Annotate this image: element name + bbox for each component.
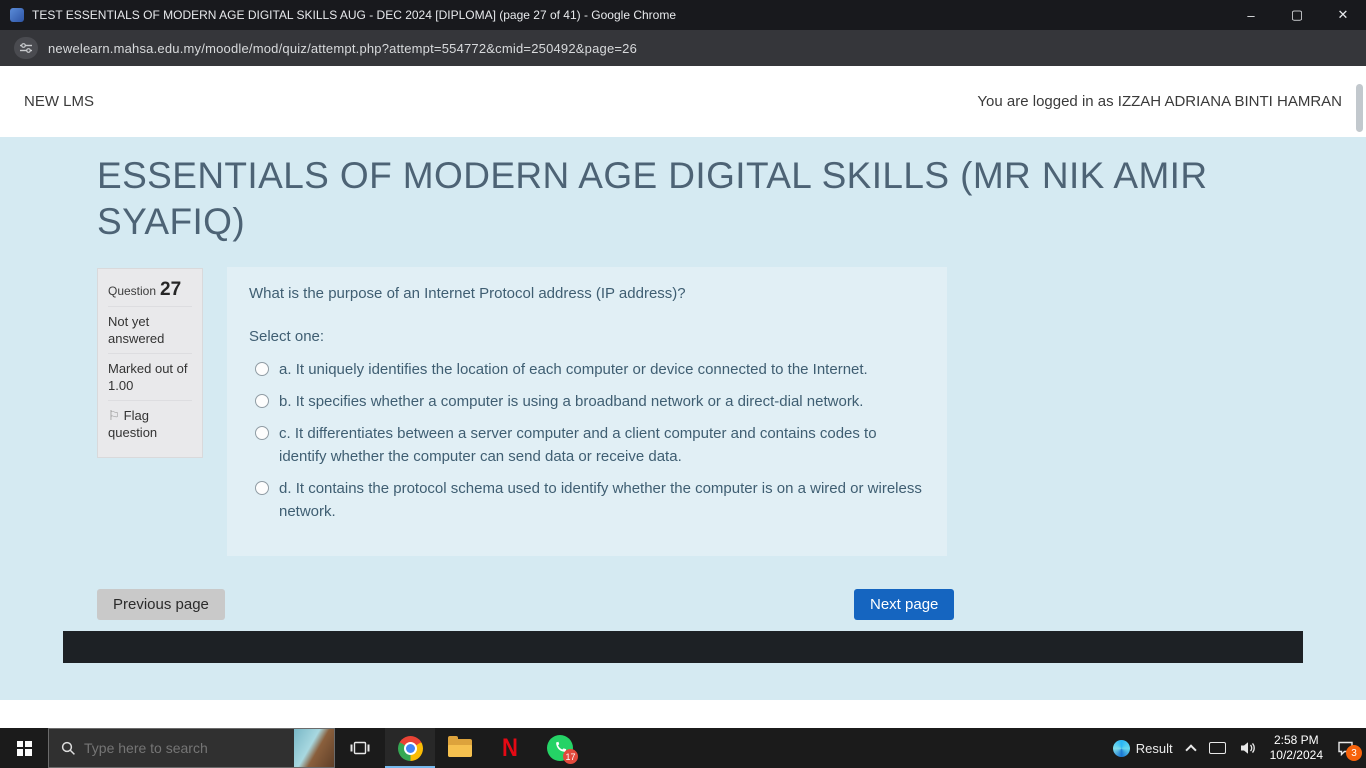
option-c-radio[interactable] <box>255 426 269 440</box>
task-view-button[interactable] <box>335 728 385 768</box>
clock-time: 2:58 PM <box>1273 733 1319 747</box>
question-status: Not yet answered <box>108 306 192 353</box>
browser-titlebar: TEST ESSENTIALS OF MODERN AGE DIGITAL SK… <box>0 0 1366 30</box>
answer-option-d[interactable]: d. It contains the protocol schema used … <box>249 477 925 523</box>
windows-logo-icon <box>16 740 32 756</box>
system-tray: Result 2:58 PM 10/2/2024 3 <box>1112 733 1366 763</box>
address-url[interactable]: newelearn.mahsa.edu.my/moodle/mod/quiz/a… <box>48 41 637 56</box>
taskbar-chrome-button[interactable] <box>385 728 435 768</box>
scrollbar-thumb[interactable] <box>1356 84 1363 132</box>
answer-option-a[interactable]: a. It uniquely identifies the location o… <box>249 358 925 381</box>
answer-option-b[interactable]: b. It specifies whether a computer is us… <box>249 390 925 413</box>
task-view-icon <box>350 741 370 755</box>
site-header: NEW LMS You are logged in as IZZAH ADRIA… <box>0 66 1366 137</box>
option-b-label[interactable]: b. It specifies whether a computer is us… <box>279 390 863 413</box>
quiz-page: ESSENTIALS OF MODERN AGE DIGITAL SKILLS … <box>0 137 1366 728</box>
question-label: Question <box>108 284 157 298</box>
answer-options: a. It uniquely identifies the location o… <box>249 358 925 523</box>
whatsapp-badge: 17 <box>563 749 578 764</box>
folder-icon <box>448 736 472 757</box>
result-app-icon <box>1112 739 1130 757</box>
tune-icon <box>20 43 32 53</box>
taskbar-whatsapp-button[interactable]: 17 <box>535 728 585 768</box>
option-a-label[interactable]: a. It uniquely identifies the location o… <box>279 358 868 381</box>
course-title: ESSENTIALS OF MODERN AGE DIGITAL SKILLS … <box>97 155 1208 243</box>
action-center-button[interactable]: 3 <box>1337 740 1362 761</box>
answer-option-c[interactable]: c. It differentiates between a server co… <box>249 422 925 468</box>
netflix-icon: N <box>502 733 518 762</box>
taskbar-file-explorer-button[interactable] <box>435 728 485 768</box>
footer-bar <box>63 631 1303 663</box>
window-title: TEST ESSENTIALS OF MODERN AGE DIGITAL SK… <box>32 8 677 22</box>
touch-keyboard-icon[interactable] <box>1208 742 1226 754</box>
volume-icon[interactable] <box>1240 741 1256 755</box>
option-b-radio[interactable] <box>255 394 269 408</box>
question-text: What is the purpose of an Internet Proto… <box>249 285 686 302</box>
previous-page-button[interactable]: Previous page <box>97 589 225 620</box>
option-c-label[interactable]: c. It differentiates between a server co… <box>279 422 925 468</box>
result-label: Result <box>1135 740 1173 756</box>
flag-question-link[interactable]: ⚐ Flag question <box>108 400 192 447</box>
notification-badge: 3 <box>1346 745 1362 761</box>
question-marks: Marked out of 1.00 <box>108 353 192 400</box>
maximize-button[interactable]: ▢ <box>1274 0 1320 30</box>
question-info-box: Question 27 Not yet answered Marked out o… <box>97 268 203 458</box>
search-highlight-image[interactable] <box>294 729 334 767</box>
select-one-prompt: Select one: <box>249 328 325 345</box>
start-button[interactable] <box>0 728 48 768</box>
window-controls: – ▢ ✕ <box>1228 0 1366 30</box>
flag-icon: ⚐ <box>108 408 120 423</box>
taskbar-search-box[interactable] <box>48 728 335 768</box>
question-number-row: Question 27 <box>108 275 192 306</box>
option-d-label[interactable]: d. It contains the protocol schema used … <box>279 477 925 523</box>
taskbar-netflix-button[interactable]: N <box>485 728 535 768</box>
close-button[interactable]: ✕ <box>1320 0 1366 30</box>
show-hidden-icons-chevron-icon[interactable] <box>1184 744 1197 756</box>
option-a-radio[interactable] <box>255 362 269 376</box>
option-d-radio[interactable] <box>255 481 269 495</box>
minimize-button[interactable]: – <box>1228 0 1274 30</box>
clock-date: 10/2/2024 <box>1269 748 1323 762</box>
page-favicon-icon <box>10 8 24 22</box>
login-status: You are logged in as IZZAH ADRIANA BINTI… <box>977 93 1342 110</box>
whatsapp-icon: 17 <box>547 735 578 764</box>
tray-result-item[interactable]: Result <box>1112 739 1173 757</box>
windows-taskbar: N 17 Result 2:58 PM 10/2/2024 <box>0 728 1366 768</box>
search-input[interactable] <box>84 740 294 756</box>
site-settings-icon[interactable] <box>14 37 38 59</box>
chrome-icon <box>397 735 423 761</box>
url-bar[interactable]: newelearn.mahsa.edu.my/moodle/mod/quiz/a… <box>0 30 1366 66</box>
taskbar-clock[interactable]: 2:58 PM 10/2/2024 <box>1270 733 1323 763</box>
search-icon <box>61 741 76 756</box>
site-brand[interactable]: NEW LMS <box>24 93 94 110</box>
next-page-button[interactable]: Next page <box>854 589 955 620</box>
question-content: What is the purpose of an Internet Proto… <box>227 267 947 556</box>
question-number: 27 <box>160 279 182 300</box>
